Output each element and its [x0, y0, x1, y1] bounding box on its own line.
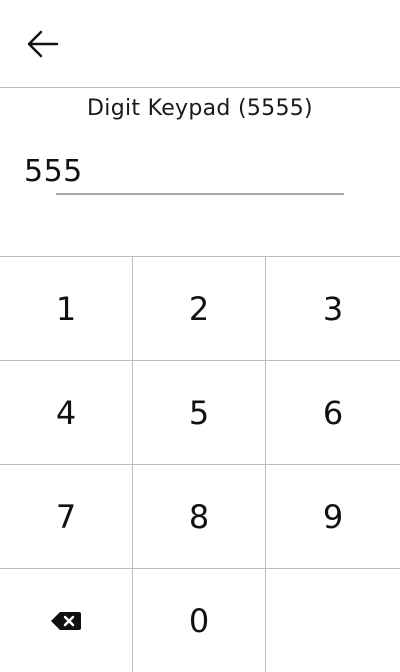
digit-entry-field[interactable]: 555	[24, 150, 344, 196]
key-7[interactable]: 7	[0, 465, 133, 569]
key-3[interactable]: 3	[266, 257, 400, 361]
backspace-icon	[51, 611, 81, 630]
key-5[interactable]: 5	[133, 361, 266, 465]
key-9[interactable]: 9	[266, 465, 400, 569]
key-8[interactable]: 8	[133, 465, 266, 569]
back-button[interactable]	[20, 24, 64, 64]
key-4[interactable]: 4	[0, 361, 133, 465]
key-6[interactable]: 6	[266, 361, 400, 465]
arrow-left-icon	[27, 30, 59, 58]
empty-key-slot	[266, 569, 400, 672]
app-header	[0, 0, 400, 88]
backspace-key[interactable]	[0, 569, 133, 672]
entry-value: 555	[24, 154, 83, 189]
page-title: Digit Keypad (5555)	[87, 96, 313, 121]
key-2[interactable]: 2	[133, 257, 266, 361]
screen: Digit Keypad (5555) 555 1 2 3 4 5 6 7 8 …	[0, 0, 400, 672]
entry-underline	[56, 193, 344, 195]
key-0[interactable]: 0	[133, 569, 266, 672]
keypad: 1 2 3 4 5 6 7 8 9 0	[0, 256, 400, 672]
key-1[interactable]: 1	[0, 257, 133, 361]
